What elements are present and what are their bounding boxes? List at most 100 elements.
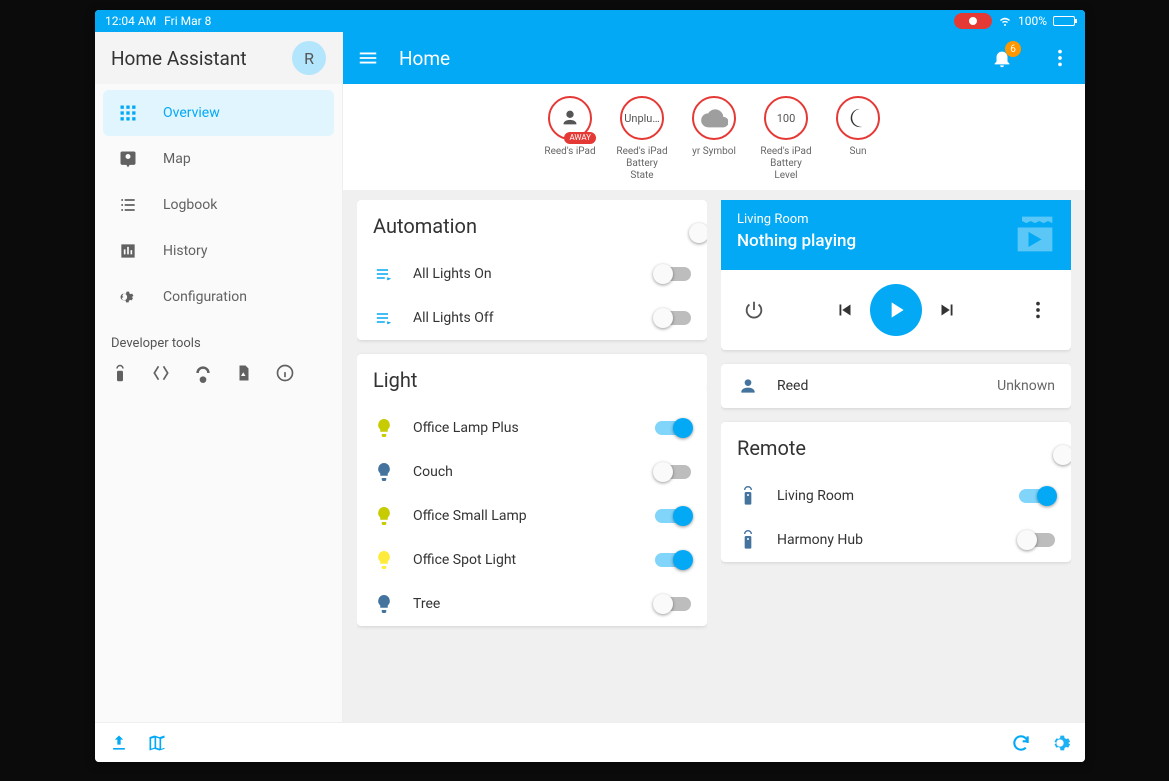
glance-value: 100% — [764, 96, 808, 140]
chart-icon — [117, 241, 139, 261]
automation-label: All Lights On — [413, 266, 637, 282]
app-title: Home Assistant — [111, 47, 282, 70]
remote-row[interactable]: Living Room — [721, 474, 1071, 518]
footer — [95, 722, 1085, 762]
remote-row[interactable]: Harmony Hub — [721, 518, 1071, 562]
prev-button[interactable] — [828, 295, 862, 325]
overflow-button[interactable] — [1049, 47, 1071, 69]
notifications-badge: 6 — [1005, 41, 1021, 57]
automation-switch[interactable] — [655, 311, 691, 325]
light-label: Couch — [413, 464, 637, 480]
menu-button[interactable] — [357, 47, 379, 69]
media-overflow-button[interactable] — [1021, 295, 1055, 325]
light-row[interactable]: Couch — [357, 450, 707, 494]
avatar[interactable]: R — [292, 41, 326, 75]
automation-title: Automation — [373, 214, 691, 238]
bulb-icon — [373, 417, 395, 439]
device-frame: 12:04 AM Fri Mar 8 100% Home Assistant R… — [95, 10, 1085, 762]
automation-row[interactable]: All Lights Off — [357, 296, 707, 340]
light-switch[interactable] — [655, 421, 691, 435]
light-row[interactable]: Office Small Lamp — [357, 494, 707, 538]
power-button[interactable] — [737, 295, 771, 325]
upload-button[interactable] — [109, 733, 129, 753]
glance-item[interactable]: 100% Reed's iPad Battery Level — [759, 96, 813, 182]
moon-icon — [847, 107, 869, 129]
person-row[interactable]: Reed Unknown — [721, 364, 1071, 408]
remote-icon — [737, 529, 759, 551]
person-state: Unknown — [997, 378, 1055, 394]
media-room: Living Room — [737, 212, 1055, 227]
remote-icon — [737, 485, 759, 507]
glance-label: Reed's iPad — [544, 146, 595, 158]
cloud-icon — [700, 108, 728, 128]
notifications-button[interactable]: 6 — [991, 47, 1013, 69]
bulb-icon — [373, 549, 395, 571]
media-art-icon — [1009, 208, 1061, 260]
automation-switch[interactable] — [655, 267, 691, 281]
remote-switch[interactable] — [1019, 533, 1055, 547]
light-switch[interactable] — [655, 597, 691, 611]
glance-label: Sun — [850, 146, 867, 158]
refresh-button[interactable] — [1011, 733, 1031, 753]
grid-icon — [117, 103, 139, 123]
sidebar-header: Home Assistant R — [95, 32, 342, 84]
glance-circle — [692, 96, 736, 140]
sidebar-item-overview[interactable]: Overview — [103, 90, 334, 136]
remote-title: Remote — [737, 436, 1055, 460]
gear-icon — [117, 287, 139, 307]
bulb-icon — [373, 505, 395, 527]
settings-button[interactable] — [1049, 732, 1071, 754]
light-switch[interactable] — [655, 509, 691, 523]
sidebar-item-label: History — [163, 243, 208, 259]
status-time: 12:04 AM — [105, 14, 156, 28]
play-button[interactable] — [870, 284, 922, 336]
light-label: Office Lamp Plus — [413, 420, 637, 436]
sidebar-item-configuration[interactable]: Configuration — [103, 274, 334, 320]
map-button[interactable] — [147, 733, 167, 753]
bulb-icon — [373, 461, 395, 483]
person-card: Reed Unknown — [721, 364, 1071, 408]
dev-mqtt-icon[interactable] — [193, 363, 213, 383]
dev-info-icon[interactable] — [275, 363, 295, 383]
automation-label: All Lights Off — [413, 310, 637, 326]
remote-switch[interactable] — [1019, 489, 1055, 503]
light-row[interactable]: Office Lamp Plus — [357, 406, 707, 450]
media-card: Living Room Nothing playing — [721, 200, 1071, 350]
media-state: Nothing playing — [737, 231, 1055, 251]
nav: OverviewMapLogbook History Configuration — [95, 84, 342, 326]
sidebar-item-history[interactable]: History — [103, 228, 334, 274]
battery-percent: 100% — [1018, 14, 1047, 28]
glance-value: Unplu… — [620, 96, 664, 140]
content: Home 6 AWAYReed's iPadUnplu…Reed's iPad … — [343, 32, 1085, 722]
light-title: Light — [373, 368, 691, 392]
dev-tools-row — [95, 357, 342, 389]
light-row[interactable]: Tree — [357, 582, 707, 626]
light-switch[interactable] — [655, 465, 691, 479]
automation-row[interactable]: All Lights On — [357, 252, 707, 296]
next-button[interactable] — [930, 295, 964, 325]
sidebar: Home Assistant R OverviewMapLogbook Histo… — [95, 32, 343, 722]
person-pin-icon — [117, 148, 139, 170]
dev-template-icon[interactable] — [151, 363, 171, 383]
glance-item[interactable]: AWAY Reed's iPad — [543, 96, 597, 182]
sidebar-item-logbook[interactable]: Logbook — [103, 182, 334, 228]
person-name: Reed — [777, 378, 979, 394]
bulb-icon — [373, 593, 395, 615]
light-row[interactable]: Office Spot Light — [357, 538, 707, 582]
glance-item[interactable]: yr Symbol — [687, 96, 741, 182]
light-card: Light Office Lamp Plus Couch Office Small … — [357, 354, 707, 626]
sidebar-item-map[interactable]: Map — [103, 136, 334, 182]
dev-remote-icon[interactable] — [111, 363, 129, 383]
light-switch[interactable] — [655, 553, 691, 567]
media-header[interactable]: Living Room Nothing playing — [721, 200, 1071, 270]
person-icon — [737, 376, 759, 396]
glance-row: AWAYReed's iPadUnplu…Reed's iPad Battery… — [343, 84, 1085, 190]
dev-file-icon[interactable] — [235, 363, 253, 383]
glance-badge: AWAY — [564, 132, 596, 144]
sidebar-item-label: Configuration — [163, 289, 247, 305]
wifi-icon — [998, 15, 1012, 27]
glance-label: Reed's iPad Battery Level — [759, 146, 813, 182]
automation-card: Automation All Lights On All Lights Off — [357, 200, 707, 340]
glance-item[interactable]: Sun — [831, 96, 885, 182]
glance-item[interactable]: Unplu…Reed's iPad Battery State — [615, 96, 669, 182]
